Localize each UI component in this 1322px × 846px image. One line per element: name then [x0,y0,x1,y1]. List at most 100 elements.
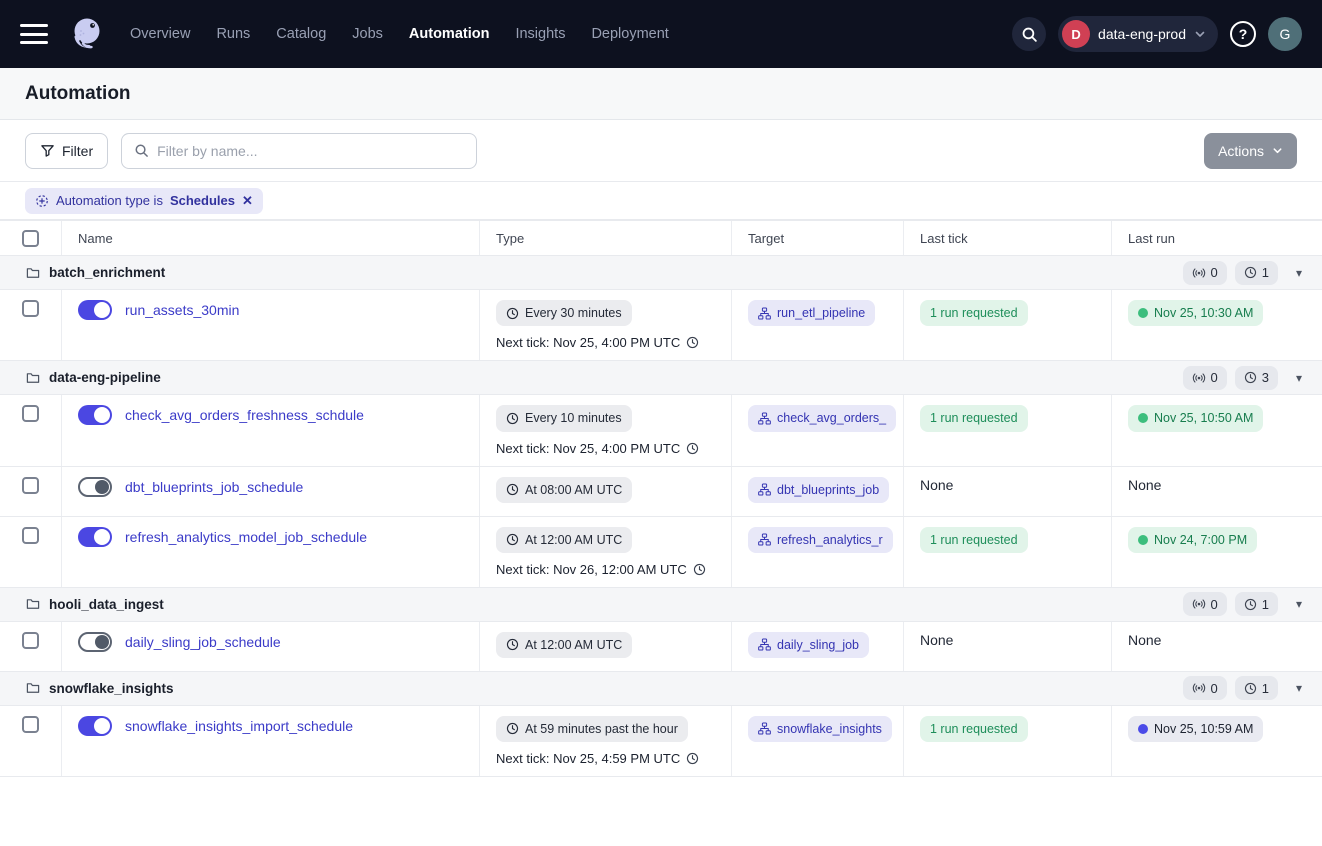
schedule-type-pill: Every 10 minutes [496,405,632,431]
schedule-type-pill: At 12:00 AM UTC [496,632,632,658]
menu-icon[interactable] [20,24,48,44]
nav-item-runs[interactable]: Runs [216,26,250,42]
nav-item-catalog[interactable]: Catalog [276,26,326,42]
last-run-pill[interactable]: Nov 25, 10:59 AM [1128,716,1263,742]
schedule-type-pill: Every 30 minutes [496,300,632,326]
schedule-type-pill: At 08:00 AM UTC [496,477,632,503]
nav-item-automation[interactable]: Automation [409,26,490,42]
row-checkbox[interactable] [22,716,39,733]
folder-icon [26,371,40,385]
schedule-toggle[interactable] [78,527,112,547]
sensor-icon [1192,266,1206,280]
last-run-pill[interactable]: Nov 25, 10:30 AM [1128,300,1263,326]
schedule-name-link[interactable]: snowflake_insights_import_schedule [125,718,353,734]
group-row: snowflake_insights01▾ [0,672,1322,706]
target-job-pill[interactable]: snowflake_insights [748,716,892,742]
dagster-logo-icon [66,13,108,55]
automations-table: Name Type Target Last tick Last run batc… [0,220,1322,777]
schedule-name-link[interactable]: dbt_blueprints_job_schedule [125,479,303,495]
last-tick-pill[interactable]: 1 run requested [920,527,1028,553]
filter-button[interactable]: Filter [25,133,108,169]
sensor-icon [1192,597,1206,611]
help-icon[interactable]: ? [1230,21,1256,47]
schedule-toggle[interactable] [78,300,112,320]
run-status-dot-icon [1138,724,1148,734]
row-checkbox[interactable] [22,477,39,494]
schedule-name-link[interactable]: refresh_analytics_model_job_schedule [125,529,367,545]
sensor-icon [1192,681,1206,695]
automation-type-icon [35,194,49,208]
search-icon [134,143,149,158]
target-job-pill[interactable]: refresh_analytics_r [748,527,893,553]
group-expand-caret-icon[interactable]: ▾ [1296,681,1302,695]
job-graph-icon [758,533,771,546]
workspace-switcher[interactable]: D data-eng-prod [1058,16,1218,52]
schedule-toggle[interactable] [78,716,112,736]
schedule-toggle[interactable] [78,632,112,652]
sensor-count-badge: 0 [1183,366,1227,390]
filter-chip-automation-type[interactable]: Automation type is Schedules ✕ [25,188,263,214]
group-expand-caret-icon[interactable]: ▾ [1296,266,1302,280]
last-tick-none: None [920,632,953,648]
last-tick-pill[interactable]: 1 run requested [920,405,1028,431]
clock-icon [506,533,519,546]
schedule-name-link[interactable]: daily_sling_job_schedule [125,634,281,650]
chevron-down-icon [1194,28,1206,40]
job-graph-icon [758,638,771,651]
group-expand-caret-icon[interactable]: ▾ [1296,597,1302,611]
target-job-pill[interactable]: dbt_blueprints_job [748,477,889,503]
name-filter [121,133,477,169]
row-checkbox[interactable] [22,300,39,317]
group-name: data-eng-pipeline [49,370,161,385]
page-title: Automation [25,83,131,105]
group-name: snowflake_insights [49,681,174,696]
last-tick-pill[interactable]: 1 run requested [920,300,1028,326]
clock-icon [506,307,519,320]
workspace-avatar: D [1062,20,1090,48]
target-job-pill[interactable]: check_avg_orders_ [748,405,896,431]
schedule-count-badge: 1 [1235,592,1278,616]
group-expand-caret-icon[interactable]: ▾ [1296,371,1302,385]
schedule-toggle[interactable] [78,477,112,497]
user-avatar[interactable]: G [1268,17,1302,51]
active-filters-row: Automation type is Schedules ✕ [0,182,1322,220]
job-graph-icon [758,412,771,425]
clock-icon [1244,266,1257,279]
schedule-type-pill: At 12:00 AM UTC [496,527,632,553]
clock-icon [1244,598,1257,611]
toolbar: Filter Actions [0,120,1322,182]
last-run-pill[interactable]: Nov 24, 7:00 PM [1128,527,1257,553]
filter-chip-label: Automation type is [56,193,163,208]
row-checkbox[interactable] [22,527,39,544]
next-tick-text: Next tick: Nov 25, 4:00 PM UTC [496,441,715,456]
nav-item-jobs[interactable]: Jobs [352,26,383,42]
select-all-checkbox[interactable] [22,230,39,247]
target-job-pill[interactable]: run_etl_pipeline [748,300,875,326]
filter-chip-value: Schedules [170,193,235,208]
job-graph-icon [758,483,771,496]
schedule-name-link[interactable]: check_avg_orders_freshness_schdule [125,407,364,423]
remove-filter-icon[interactable]: ✕ [242,193,253,209]
column-header-last-tick: Last tick [904,221,1112,255]
job-graph-icon [758,722,771,735]
target-job-pill[interactable]: daily_sling_job [748,632,869,658]
nav-item-deployment[interactable]: Deployment [591,26,668,42]
table-row: dbt_blueprints_job_schedule At 08:00 AM U… [0,467,1322,517]
nav-item-overview[interactable]: Overview [130,26,190,42]
table-row: check_avg_orders_freshness_schdule Every … [0,395,1322,466]
search-button[interactable] [1012,17,1046,51]
last-tick-pill[interactable]: 1 run requested [920,716,1028,742]
row-checkbox[interactable] [22,632,39,649]
last-run-pill[interactable]: Nov 25, 10:50 AM [1128,405,1263,431]
last-tick-none: None [920,477,953,493]
schedule-name-link[interactable]: run_assets_30min [125,302,239,318]
schedule-toggle[interactable] [78,405,112,425]
actions-button[interactable]: Actions [1204,133,1297,169]
column-header-type: Type [480,221,732,255]
run-status-dot-icon [1138,535,1148,545]
clock-icon [506,412,519,425]
nav-item-insights[interactable]: Insights [515,26,565,42]
name-filter-input[interactable] [157,143,464,159]
table-row: run_assets_30minEvery 30 minutesNext tic… [0,290,1322,361]
row-checkbox[interactable] [22,405,39,422]
